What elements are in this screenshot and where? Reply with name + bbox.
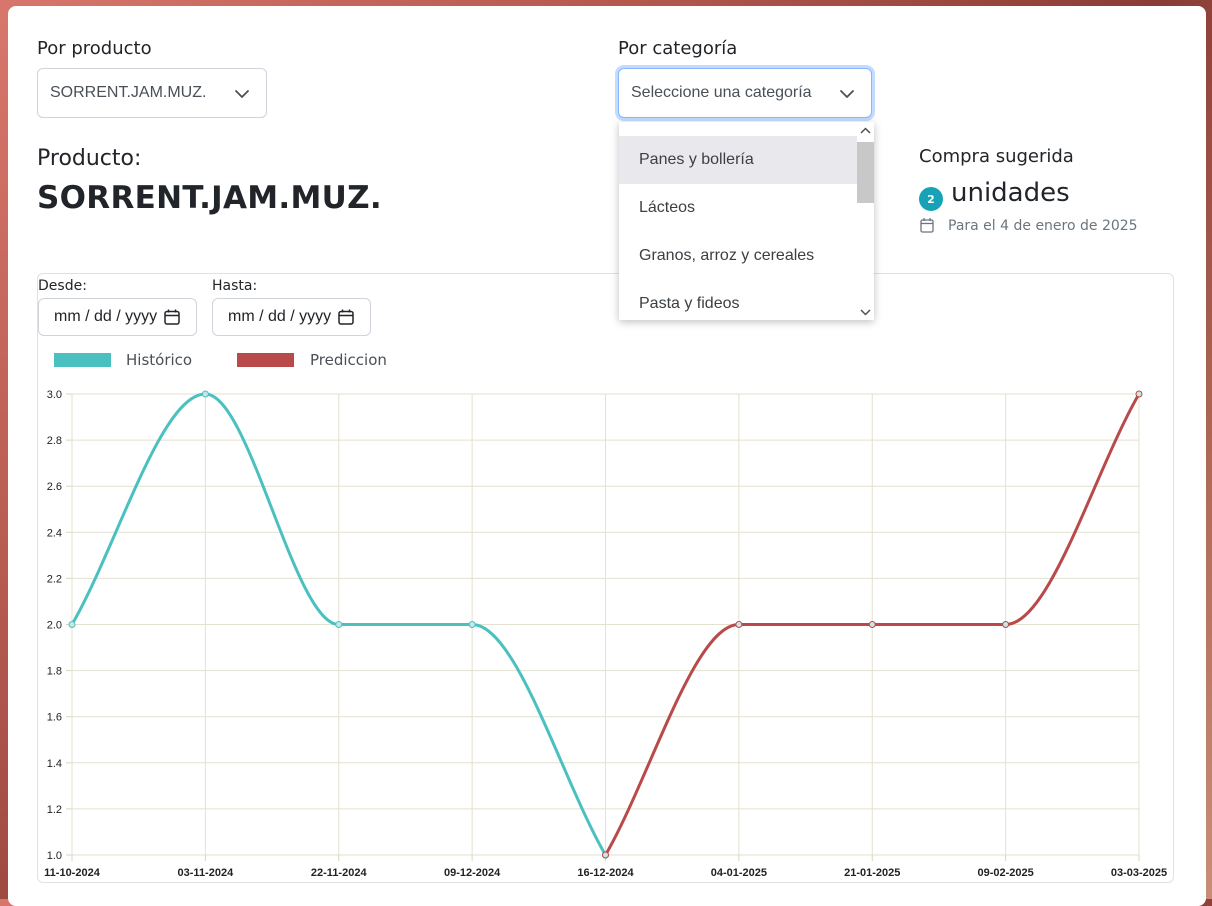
calendar-icon [920, 218, 934, 233]
x-tick-label: 04-01-2025 [711, 867, 767, 879]
x-tick-label: 09-02-2025 [977, 867, 1033, 879]
y-tick-label: 2.0 [47, 620, 62, 632]
scroll-down-icon[interactable] [860, 308, 871, 316]
category-dropdown-list: Panes y bollería Lácteos Granos, arroz y… [619, 122, 874, 320]
product-select[interactable]: SORRENT.JAM.MUZ. [37, 68, 267, 118]
scroll-up-icon[interactable] [860, 127, 871, 135]
category-select-placeholder: Seleccione una categoría [631, 84, 812, 101]
data-point-prediccion [1002, 621, 1010, 628]
scrollbar-thumb[interactable] [857, 142, 874, 203]
suggested-purchase-title: Compra sugerida [919, 146, 1074, 167]
x-tick-label: 16-12-2024 [577, 867, 634, 879]
x-tick-label: 11-10-2024 [44, 867, 101, 879]
product-select-value: SORRENT.JAM.MUZ. [50, 84, 207, 101]
y-tick-label: 1.0 [47, 850, 62, 862]
data-point-historico [201, 390, 209, 398]
y-tick-label: 2.4 [47, 527, 62, 539]
category-option[interactable]: Granos, arroz y cereales [619, 232, 857, 280]
chart-panel: Desde: mm / dd / yyyy Hasta: mm / dd / y… [37, 273, 1174, 883]
suggested-date-note: Para el 4 de enero de 2025 [948, 218, 1138, 234]
y-tick-label: 1.8 [47, 666, 62, 678]
category-option[interactable]: Panes y bollería [619, 136, 857, 184]
x-tick-label: 22-11-2024 [311, 867, 368, 879]
data-point-prediccion [868, 621, 876, 628]
y-tick-label: 2.6 [47, 481, 62, 493]
x-tick-label: 03-03-2025 [1111, 867, 1167, 879]
product-filter-label: Por producto [37, 38, 152, 59]
suggested-unit-label: unidades [951, 178, 1070, 208]
product-name: SORRENT.JAM.MUZ. [37, 180, 382, 216]
y-tick-label: 1.6 [47, 712, 62, 724]
main-card: Por producto SORRENT.JAM.MUZ. Por catego… [8, 6, 1206, 906]
data-point-prediccion [735, 621, 743, 628]
data-point-historico [335, 621, 343, 628]
chevron-down-icon [840, 90, 854, 98]
x-tick-label: 03-11-2024 [178, 867, 235, 879]
category-filter-label: Por categoría [618, 38, 738, 59]
suggested-quantity-badge: 2 [919, 187, 943, 211]
data-point-prediccion [602, 851, 609, 859]
dropdown-scrollbar[interactable] [857, 122, 874, 320]
category-option[interactable]: Pasta y fideos [619, 280, 857, 320]
y-tick-label: 2.2 [47, 573, 62, 585]
category-option[interactable]: Lácteos [619, 184, 857, 232]
x-tick-label: 09-12-2024 [444, 867, 501, 879]
y-tick-label: 3.0 [47, 389, 62, 401]
product-heading-label: Producto: [37, 146, 142, 171]
x-tick-label: 21-01-2025 [844, 867, 900, 879]
data-point-historico [468, 621, 476, 628]
data-point-historico [68, 621, 76, 628]
category-select[interactable]: Seleccione una categoría [618, 68, 872, 118]
data-point-prediccion [1135, 390, 1143, 398]
chevron-down-icon [235, 90, 249, 98]
y-tick-label: 1.4 [47, 758, 62, 770]
line-chart: 1.0 1.2 1.4 1.6 1.8 2.0 2.2 2.4 2.6 2.8 3.0 11-10-2… [44, 389, 1167, 879]
y-tick-label: 1.2 [47, 804, 62, 816]
y-tick-label: 2.8 [47, 435, 62, 447]
